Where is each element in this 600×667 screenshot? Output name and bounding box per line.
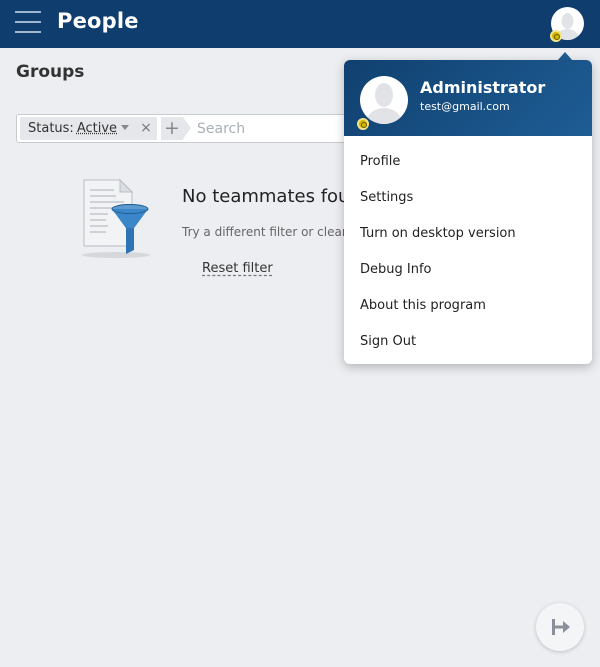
profile-header: Administrator test@gmail.com <box>344 60 592 136</box>
profile-avatar <box>360 76 408 124</box>
status-filter-value: Active <box>76 121 118 136</box>
menu-item-desktop-version[interactable]: Turn on desktop version <box>360 226 516 241</box>
plus-icon[interactable]: + <box>161 117 183 140</box>
menu-item-debug-info[interactable]: Debug Info <box>360 262 432 277</box>
user-silhouette-icon <box>365 83 403 124</box>
status-filter-chip[interactable]: Status: Active <box>20 117 138 140</box>
menu-item-settings[interactable]: Settings <box>360 190 413 205</box>
menu-item-sign-out[interactable]: Sign Out <box>360 334 416 349</box>
profile-menu: Administrator test@gmail.com Profile Set… <box>344 60 592 364</box>
close-icon[interactable]: × <box>135 117 157 140</box>
exit-icon <box>552 619 570 635</box>
menu-icon[interactable] <box>15 11 41 35</box>
add-filter-arrow <box>183 117 191 139</box>
profile-name: Administrator <box>420 78 546 97</box>
search-input[interactable] <box>197 119 347 139</box>
chevron-down-icon <box>121 125 130 130</box>
status-badge <box>357 118 369 130</box>
status-filter-label: Status: <box>28 121 74 136</box>
app-title: People <box>57 9 139 33</box>
status-badge <box>550 30 562 42</box>
empty-state-subtitle: Try a different filter or clear it <box>182 225 359 239</box>
top-bar: People <box>0 0 600 48</box>
menu-item-profile[interactable]: Profile <box>360 154 400 169</box>
profile-email: test@gmail.com <box>420 100 510 113</box>
filter-funnel-icon <box>82 178 150 258</box>
menu-item-about[interactable]: About this program <box>360 298 486 313</box>
exit-button[interactable] <box>536 603 584 651</box>
reset-filter-link[interactable]: Reset filter <box>202 261 273 276</box>
filter-bar: Status: Active × + <box>16 114 356 143</box>
page-title: Groups <box>16 62 85 82</box>
